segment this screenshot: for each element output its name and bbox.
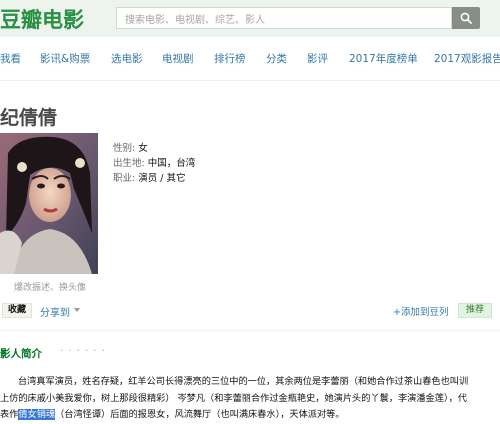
nav-item-charts[interactable]: 排行榜 [214,51,246,66]
info-occupation: 职业: 演员 / 其它 [113,170,185,184]
info-birthplace-value: 中国，台湾 [147,158,196,169]
nav-item-mine[interactable]: 我看 [0,51,21,66]
celebrity-photo[interactable] [0,133,98,274]
bio-line-2: 上仿的床戚小美我爱你，树上那段很精彩） 岑梦凡（和李蕾丽合作过金瓶艳史，她演片头… [0,393,467,404]
nav-item-annual-report[interactable]: 2017观影报告 [434,51,500,66]
chevron-down-icon[interactable] [74,308,80,312]
bio-heading-dots: · · · · · · [60,346,106,357]
info-gender-value: 女 [138,143,148,154]
bio-line-3: 表作倩女销魂（台湾怪谭）后面的报恩女，风流舞厅（也叫满床春水），天体派对等。 [0,406,345,420]
nav-item-explore[interactable]: 选电影 [111,51,143,66]
nav-item-categories[interactable]: 分类 [266,51,287,66]
nav-item-reviews[interactable]: 影评 [307,51,328,66]
section-divider [0,330,500,331]
bio-line-1: 台湾真军演员，姓名存疑，红羊公司长得漂亮的三位中的一位，其余两位是李蕾丽（和她合… [18,376,469,387]
share-dropdown[interactable]: 分享到 [40,304,70,319]
search-icon [460,12,472,24]
nav-item-showtimes[interactable]: 影讯&购票 [40,51,90,66]
nav-divider [0,80,500,81]
nav-item-tv[interactable]: 电视剧 [162,51,194,66]
main-nav: 我看 影讯&购票 选电影 电视剧 排行榜 分类 影评 2017年度榜单 2017… [0,51,500,71]
add-to-doulist-link[interactable]: +添加到豆列 [393,304,448,318]
info-occupation-label: 职业: [113,173,136,184]
bio-heading: 影人简介 [0,348,42,360]
portrait-image [0,133,98,274]
info-birthplace: 出生地: 中国，台湾 [113,155,195,169]
photo-caption[interactable]: 爆改振述、换头像 [14,280,86,293]
collect-button[interactable]: 收藏 [2,303,32,318]
nav-item-annual-list[interactable]: 2017年度榜单 [349,51,418,66]
search-box [116,7,452,31]
selected-text-highlight[interactable]: 倩女销魂 [18,409,56,420]
bio-line-3-start: 表作 [0,409,19,420]
info-gender-label: 性别: [113,143,136,154]
site-logo[interactable]: 豆瓣电影 [0,4,84,34]
recommend-button[interactable]: 推荐 [458,303,492,318]
page-title: 纪倩倩 [0,107,58,129]
bio-line-3-end: （台湾怪谭）后面的报恩女，风流舞厅（也叫满床春水），天体派对等。 [55,409,345,420]
search-button[interactable] [452,7,480,29]
search-input[interactable] [117,10,445,31]
info-birthplace-label: 出生地: [113,158,145,169]
info-gender: 性别: 女 [113,140,148,154]
info-occupation-value: 演员 / 其它 [138,173,186,184]
